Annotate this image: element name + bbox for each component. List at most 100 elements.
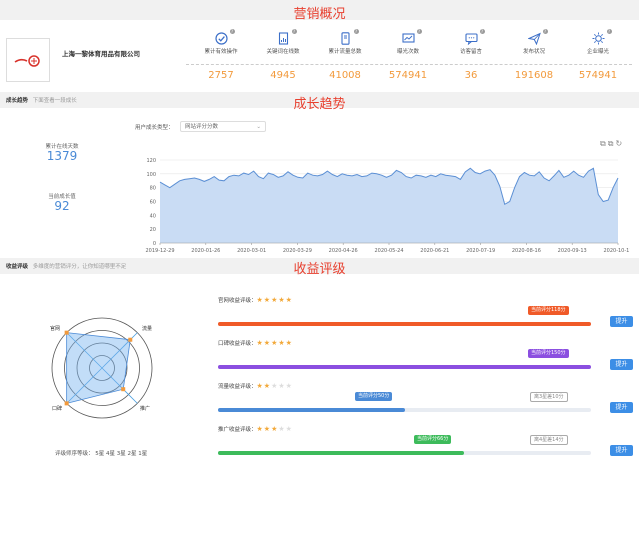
x-tick-label: 2019-12-29 bbox=[145, 248, 174, 254]
rating-label: 官网收益评级：★★★★★ bbox=[218, 296, 293, 304]
x-tick-label: 2020-01-26 bbox=[191, 248, 220, 254]
x-tick-label: 2020-05-24 bbox=[374, 248, 403, 254]
message-icon: ? bbox=[464, 29, 485, 46]
stat-label: 发布状况 bbox=[522, 49, 545, 55]
chevron-down-icon: ⌄ bbox=[256, 124, 261, 130]
stat-value: 41008 bbox=[329, 70, 361, 81]
x-tick-label: 2020-08-16 bbox=[512, 248, 541, 254]
star-icon: ★ bbox=[278, 382, 286, 390]
document-icon: ? bbox=[277, 29, 297, 45]
x-tick-label: 2020-09-13 bbox=[558, 248, 587, 254]
stat-card: ? 企业曝光 574941 bbox=[567, 29, 629, 81]
radar-point bbox=[64, 330, 69, 335]
stat-label: 企业曝光 bbox=[586, 49, 609, 55]
current-score-tag: 当前评分118分 bbox=[528, 306, 569, 315]
progress-track bbox=[218, 365, 591, 369]
help-icon[interactable]: ? bbox=[229, 29, 235, 34]
help-icon[interactable]: ? bbox=[542, 29, 548, 34]
stat-label: 曝光次数 bbox=[396, 49, 419, 55]
stat-value: 36 bbox=[464, 70, 478, 81]
improve-button[interactable]: 提升 bbox=[610, 316, 633, 327]
stat-card: ? 累计有效操作 2757 bbox=[190, 29, 252, 81]
progress-track bbox=[218, 408, 591, 412]
sun-icon: ? bbox=[592, 29, 612, 45]
star-icon: ★ bbox=[256, 425, 264, 433]
overview-title: 营销概况 bbox=[293, 7, 346, 22]
stat-label: 关键词在线数 bbox=[266, 49, 300, 55]
radar-point bbox=[121, 387, 126, 392]
radar-label: 推广 bbox=[140, 405, 150, 412]
refresh-icon[interactable]: ↻ bbox=[615, 139, 624, 148]
x-tick-label: 2020-04-26 bbox=[329, 248, 358, 254]
x-tick-label: 2020-07-19 bbox=[466, 248, 495, 254]
star-icon: ★ bbox=[256, 296, 264, 304]
star-icon: ★ bbox=[278, 425, 286, 433]
star-icon: ★ bbox=[263, 339, 272, 347]
y-tick-label: 20 bbox=[150, 227, 156, 233]
check-circle-icon: ? bbox=[214, 29, 235, 45]
star-icon: ★ bbox=[278, 296, 286, 304]
company-name: 上海一黎体育用品有限公司 bbox=[62, 50, 140, 58]
growth-type-select[interactable]: 网站评分分数 ⌄ bbox=[180, 121, 266, 132]
progress-fill bbox=[218, 408, 405, 412]
star-icon: ★ bbox=[285, 382, 293, 390]
x-tick-label: 2020-03-01 bbox=[237, 248, 266, 254]
y-tick-label: 100 bbox=[146, 172, 156, 178]
current-score-tag: 当前评分50分 bbox=[355, 392, 393, 401]
radar-chart: 官网 流量推广 口碑 bbox=[50, 317, 153, 419]
help-icon[interactable]: ? bbox=[479, 29, 485, 34]
help-icon[interactable]: ? bbox=[416, 29, 422, 34]
y-tick-label: 120 bbox=[146, 158, 156, 164]
improve-button[interactable]: 提升 bbox=[610, 402, 633, 413]
progress-track bbox=[218, 322, 591, 326]
improve-button[interactable]: 提升 bbox=[610, 359, 633, 370]
paper-plane-icon: ? bbox=[526, 29, 548, 46]
radar-label: 流量 bbox=[142, 325, 152, 332]
stat-label: 累计流量总数 bbox=[328, 49, 362, 55]
stat-card: ? 关键词在线数 4945 bbox=[252, 29, 314, 81]
radar-label: 口碑 bbox=[52, 405, 62, 412]
monitor-chart-icon: ? bbox=[401, 29, 422, 43]
improve-button[interactable]: 提升 bbox=[610, 445, 633, 456]
series-area bbox=[160, 168, 618, 243]
radar-point bbox=[128, 337, 133, 342]
target-gap-tag: 离4星差14分 bbox=[530, 435, 568, 445]
revenue-title: 收益评级 bbox=[293, 262, 346, 277]
rating-label: 流量收益评级：★★★★★ bbox=[218, 382, 293, 390]
phone-icon: ? bbox=[339, 29, 359, 45]
star-icon: ★ bbox=[256, 339, 264, 347]
chart-toolbar: ⧉⧉↻ bbox=[600, 139, 624, 149]
star-icon: ★ bbox=[263, 296, 272, 304]
radar-label: 官网 bbox=[50, 325, 60, 332]
help-icon[interactable]: ? bbox=[291, 29, 297, 34]
rating-label: 口碑收益评级：★★★★★ bbox=[218, 339, 293, 347]
star-icon: ★ bbox=[285, 339, 293, 347]
star-icon: ★ bbox=[285, 425, 293, 433]
stat-label: 访客留言 bbox=[459, 49, 482, 55]
stat-value: 574941 bbox=[578, 70, 618, 81]
rating-levels: 评级师序等级： 5星 4星 3星 2星 1星 bbox=[55, 451, 148, 457]
growth-type-value: 网站评分分数 bbox=[185, 124, 219, 130]
stat-card: ? 发布状况 191608 bbox=[503, 29, 565, 81]
help-icon[interactable]: ? bbox=[353, 29, 359, 34]
current-score-tag: 当前评分150分 bbox=[528, 349, 569, 358]
restore-icon[interactable]: ⧉ bbox=[600, 139, 608, 148]
stat-value: 574941 bbox=[388, 70, 428, 81]
growth-type-label: 用户成长类型： bbox=[135, 125, 174, 131]
target-gap-tag: 离3星差10分 bbox=[530, 392, 568, 402]
help-icon[interactable]: ? bbox=[606, 29, 612, 34]
star-icon: ★ bbox=[263, 382, 272, 390]
star-icon: ★ bbox=[256, 382, 264, 390]
progress-track bbox=[218, 451, 591, 455]
stat-card: ? 访客留言 36 bbox=[440, 29, 502, 81]
stat-card: ? 累计流量总数 41008 bbox=[314, 29, 376, 81]
star-icon: ★ bbox=[278, 339, 286, 347]
y-tick-label: 80 bbox=[150, 186, 156, 192]
company-logo bbox=[6, 38, 50, 82]
stats-divider bbox=[186, 64, 632, 65]
cumulative-days-value: 1379 bbox=[46, 149, 78, 163]
x-tick-label: 2020-03-29 bbox=[283, 248, 312, 254]
y-tick-label: 40 bbox=[150, 213, 156, 219]
y-tick-label: 0 bbox=[153, 241, 156, 247]
x-tick-label: 2020-10-11 bbox=[603, 248, 630, 254]
